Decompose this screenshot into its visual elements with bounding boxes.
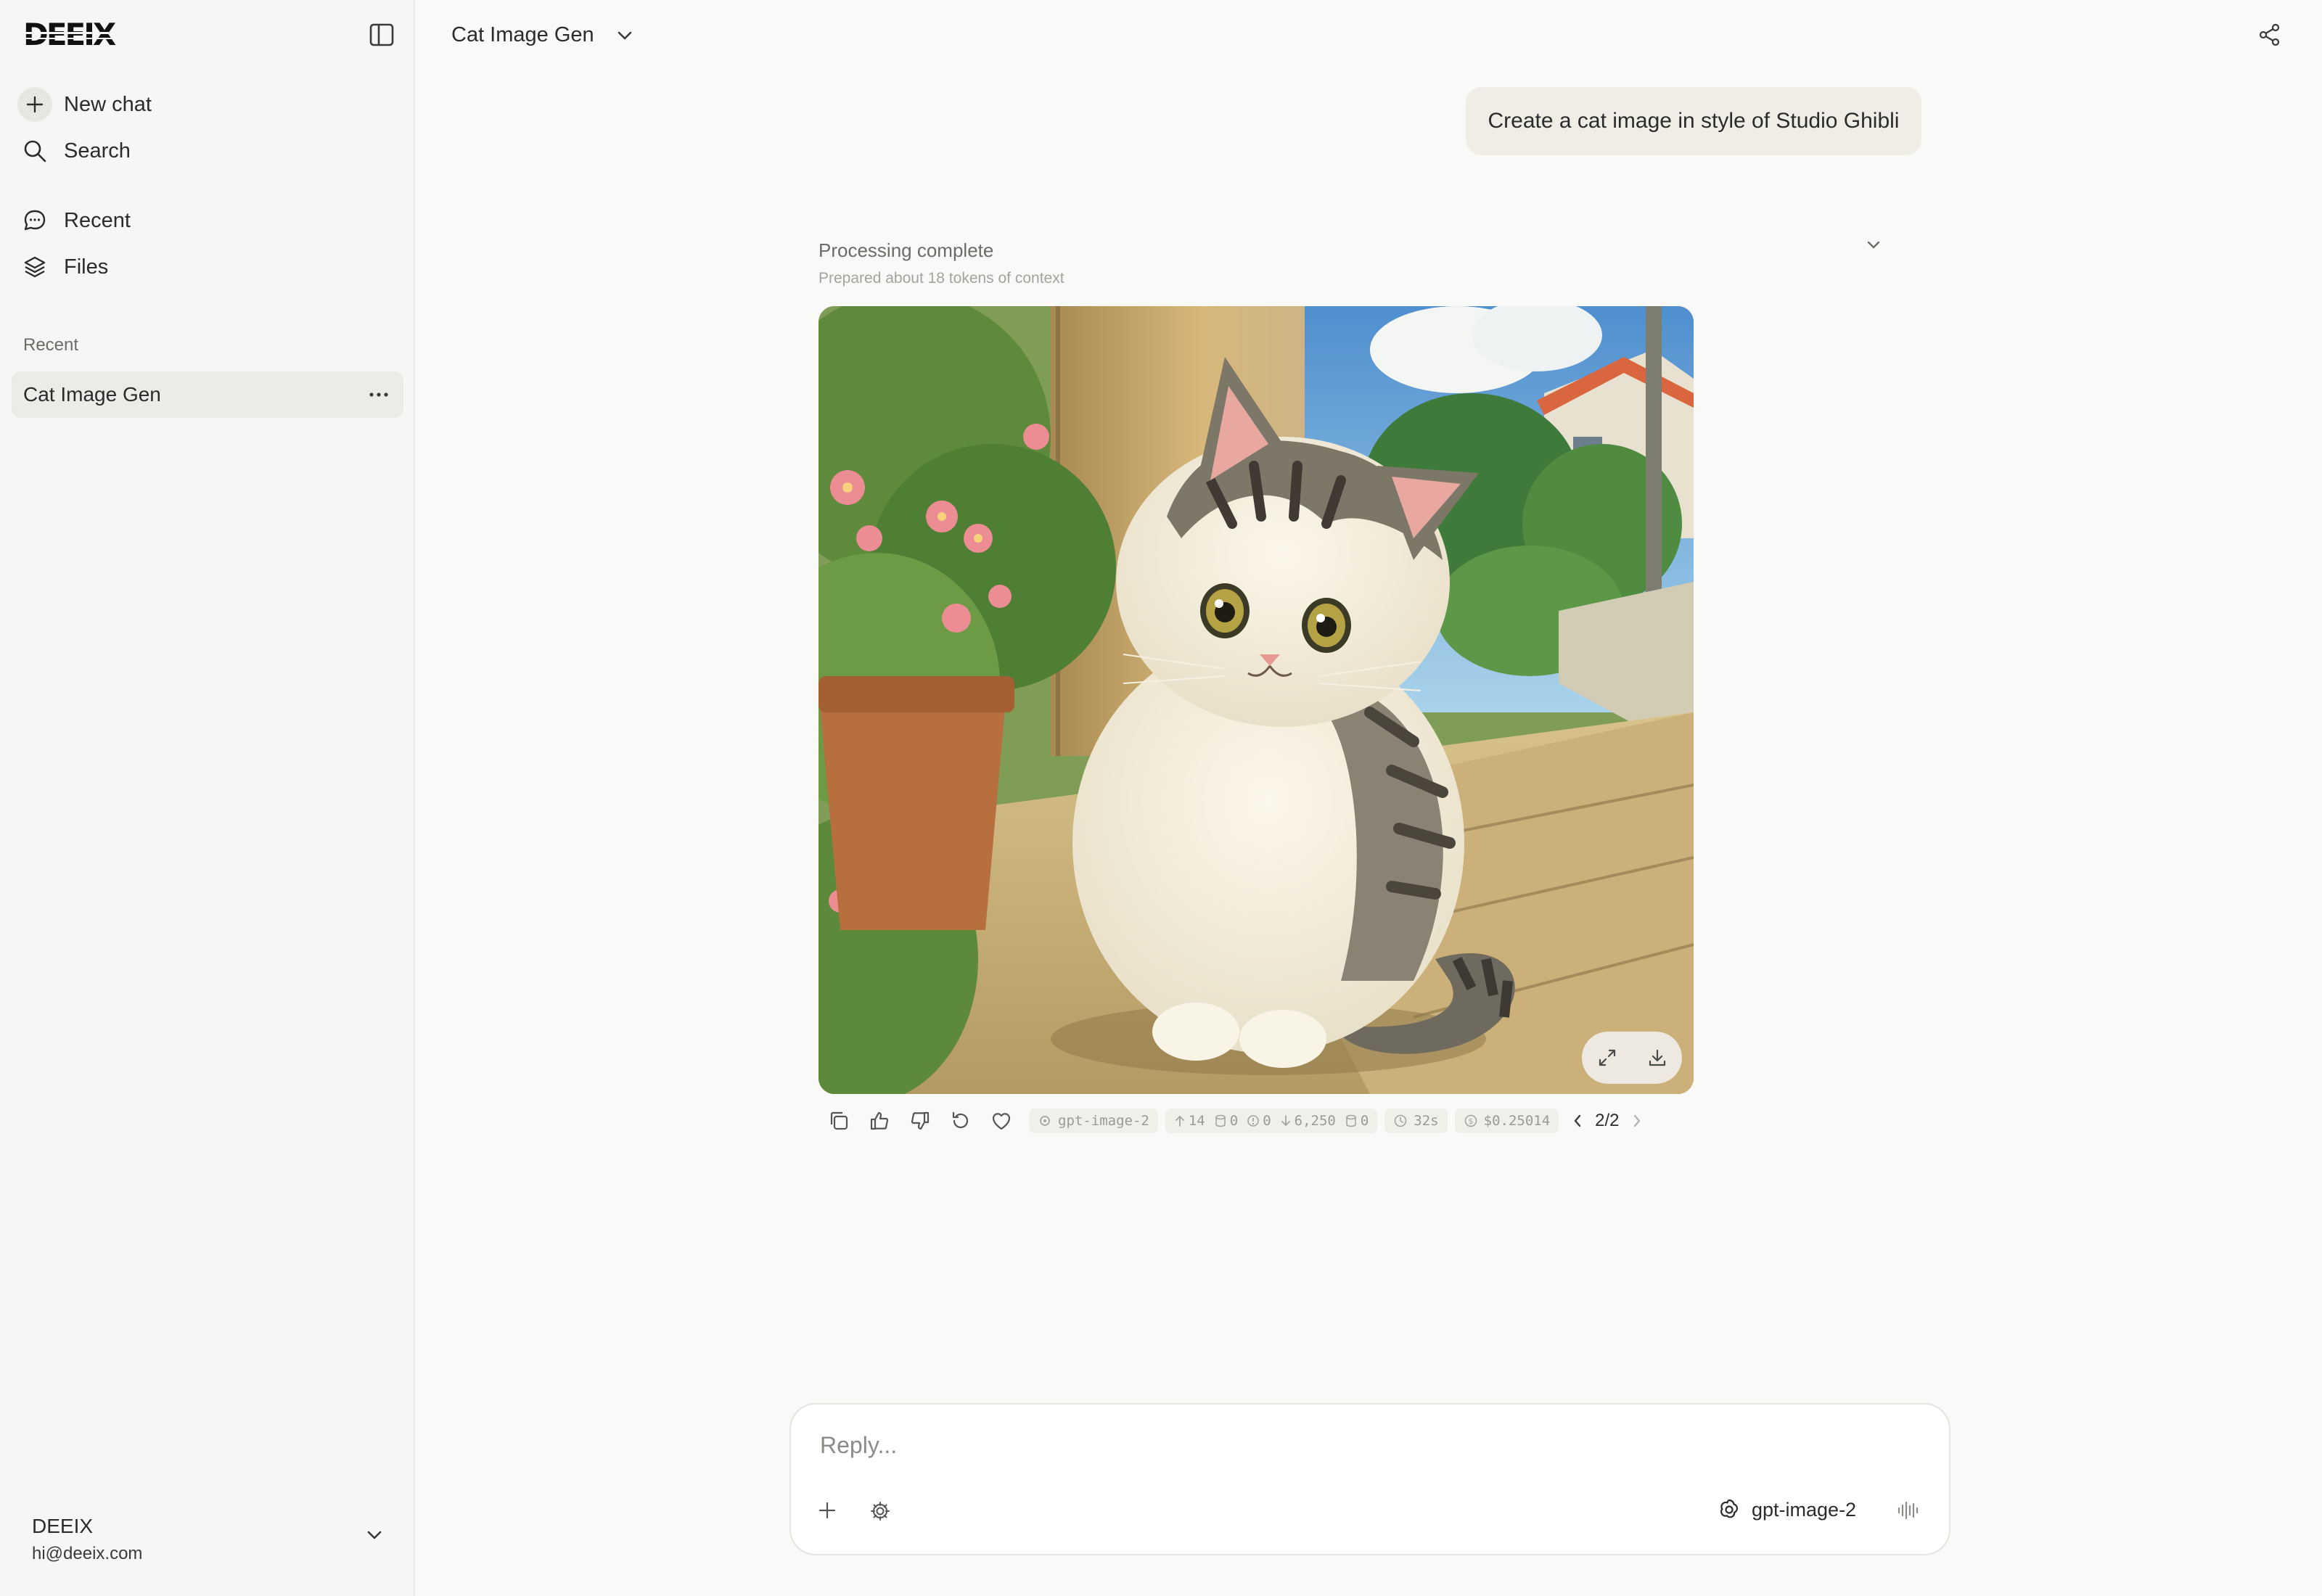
recent-chat-item[interactable]: Cat Image Gen — [12, 371, 403, 418]
favorite-button[interactable] — [981, 1106, 1022, 1136]
model-selector[interactable]: gpt-image-2 — [1717, 1497, 1856, 1522]
user-message-text: Create a cat image in style of Studio Gh… — [1488, 109, 1900, 133]
sidebar-item-recent[interactable]: Recent — [17, 200, 131, 241]
database-icon — [1346, 1114, 1356, 1127]
recent-chat-title: Cat Image Gen — [23, 383, 161, 406]
reply-input[interactable] — [819, 1426, 1910, 1464]
ellipsis-icon — [369, 392, 388, 397]
brand-logo[interactable]: DEEIX — [23, 19, 118, 51]
like-button[interactable] — [859, 1106, 900, 1136]
copy-button[interactable] — [819, 1106, 859, 1136]
input-tokens: 14 — [1188, 1113, 1205, 1129]
audio-waveform-icon — [1898, 1501, 1919, 1520]
chevron-down-icon — [618, 31, 631, 39]
plus-icon — [819, 1502, 836, 1519]
page-indicator: 2/2 — [1595, 1111, 1620, 1130]
message-toolbar: gpt-image-2 14 0 0 6,250 0 32s $ $0.2501… — [819, 1106, 1643, 1136]
recent-label: Recent — [64, 208, 131, 232]
arrow-up-icon — [1175, 1115, 1184, 1127]
dislike-button[interactable] — [900, 1106, 940, 1136]
dollar-icon: $ — [1464, 1114, 1477, 1127]
sidebar-item-files[interactable]: Files — [17, 247, 108, 287]
sidebar: DEEIX New chat Search Recent Files Recen… — [0, 0, 415, 1596]
regenerate-button[interactable] — [940, 1106, 981, 1136]
expand-details-button[interactable] — [1865, 239, 1882, 251]
layers-icon — [17, 250, 52, 284]
response-pager: 2/2 — [1572, 1111, 1642, 1131]
next-response-button[interactable] — [1631, 1113, 1643, 1129]
token-usage-chip: 14 0 0 6,250 0 — [1165, 1108, 1378, 1133]
duration-chip: 32s — [1384, 1108, 1448, 1133]
chevron-right-icon — [1633, 1114, 1640, 1127]
chevron-left-icon — [1574, 1114, 1581, 1127]
output-cached-tokens: 0 — [1360, 1113, 1369, 1129]
search-label: Search — [64, 139, 131, 163]
download-icon — [1649, 1049, 1665, 1066]
composer: gpt-image-2 — [789, 1403, 1950, 1555]
user-message-bubble: Create a cat image in style of Studio Gh… — [1466, 87, 1921, 155]
sidebar-panel-icon — [369, 23, 394, 46]
chat-title: Cat Image Gen — [451, 23, 594, 46]
attach-button[interactable] — [817, 1500, 837, 1521]
chat-bubble-icon — [17, 203, 52, 238]
download-image-button[interactable] — [1647, 1048, 1667, 1068]
expand-icon — [1599, 1049, 1615, 1066]
chevron-down-icon — [367, 1531, 382, 1539]
voice-input-button[interactable] — [1897, 1500, 1920, 1521]
share-button[interactable] — [2258, 23, 2281, 46]
tools-button[interactable] — [869, 1500, 891, 1522]
thumbs-up-icon — [870, 1111, 889, 1130]
share-icon — [2259, 23, 2280, 46]
svg-text:DEEIX: DEEIX — [23, 19, 116, 51]
cat-illustration — [819, 306, 1694, 1094]
thumbs-down-icon — [911, 1111, 930, 1130]
model-selector-label: gpt-image-2 — [1752, 1498, 1857, 1521]
context-note: Prepared about 18 tokens of context — [819, 270, 1064, 287]
copy-icon — [830, 1111, 848, 1130]
previous-response-button[interactable] — [1572, 1113, 1583, 1129]
toggle-sidebar-button[interactable] — [363, 20, 401, 49]
arrow-down-icon — [1281, 1115, 1290, 1127]
cost: $0.25014 — [1483, 1113, 1551, 1129]
user-name: DEEIX — [32, 1515, 94, 1537]
reasoning-tokens: 0 — [1263, 1113, 1271, 1129]
new-chat-button[interactable]: New chat — [17, 84, 152, 125]
account-menu-button[interactable] — [366, 1529, 383, 1541]
search-icon — [17, 133, 52, 168]
new-chat-label: New chat — [64, 92, 152, 116]
generated-image[interactable] — [819, 306, 1694, 1094]
deeix-logo-icon: DEEIX — [23, 19, 118, 51]
cached-tokens: 0 — [1229, 1113, 1239, 1129]
database-icon — [1215, 1114, 1226, 1127]
duration: 32s — [1414, 1113, 1439, 1129]
processing-status: Processing complete — [819, 239, 994, 261]
plus-icon — [17, 87, 52, 122]
recent-section-heading: Recent — [23, 335, 79, 355]
model-gear-icon — [1040, 1116, 1050, 1126]
user-email: hi@deeix.com — [32, 1544, 143, 1563]
chat-title-dropdown[interactable]: Cat Image Gen — [451, 23, 633, 47]
image-actions — [1582, 1032, 1682, 1084]
cost-chip: $ $0.25014 — [1454, 1108, 1559, 1133]
output-tokens: 6,250 — [1294, 1113, 1336, 1129]
user-account[interactable]: DEEIX hi@deeix.com — [32, 1515, 142, 1564]
more-options-button[interactable] — [364, 380, 393, 409]
model-chip: gpt-image-2 — [1029, 1108, 1158, 1133]
heart-icon — [992, 1113, 1011, 1130]
search-button[interactable]: Search — [17, 131, 131, 171]
refresh-icon — [952, 1111, 969, 1129]
model-name: gpt-image-2 — [1058, 1113, 1149, 1129]
clock-icon — [1394, 1114, 1407, 1127]
expand-image-button[interactable] — [1597, 1048, 1617, 1068]
openai-icon — [1720, 1499, 1739, 1518]
settings-icon — [871, 1502, 890, 1521]
chevron-down-icon — [1867, 241, 1880, 249]
svg-text:$: $ — [1468, 1116, 1473, 1126]
files-label: Files — [64, 255, 109, 279]
reasoning-icon — [1247, 1115, 1259, 1127]
